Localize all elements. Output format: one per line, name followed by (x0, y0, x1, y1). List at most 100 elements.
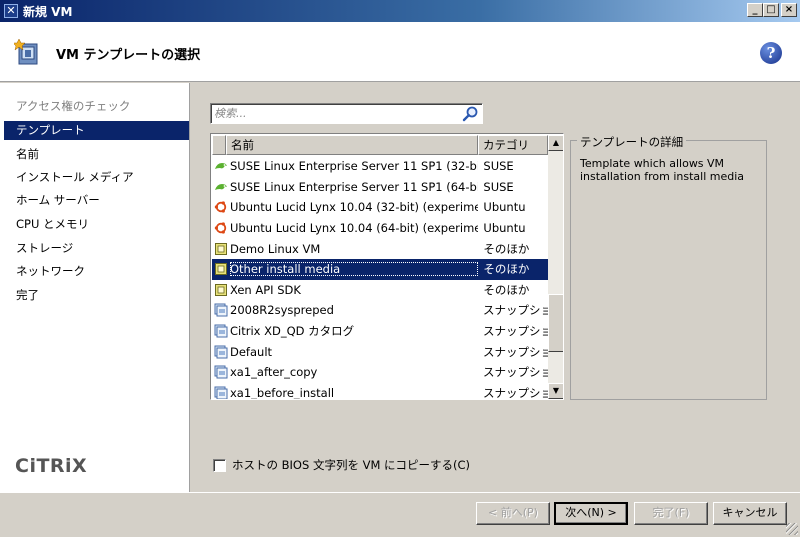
step-template: テンプレート (4, 121, 189, 140)
app-icon: ✕ (4, 4, 18, 18)
snapshot-icon (214, 324, 228, 338)
template-row[interactable]: Ubuntu Lucid Lynx 10.04 (32-bit) (experi… (212, 197, 548, 218)
step-label: アクセス権のチェック (16, 99, 131, 113)
template-category: スナップショット (483, 303, 563, 318)
template-name: xa1_after_copy (230, 365, 318, 380)
column-header-category[interactable]: カテゴリ (478, 135, 548, 155)
template-name: SUSE Linux Enterprise Server 11 SP1 (32-… (230, 159, 479, 174)
template-category: SUSE (483, 179, 514, 194)
template-name: SUSE Linux Enterprise Server 11 SP1 (64-… (230, 179, 479, 194)
template-row[interactable]: Ubuntu Lucid Lynx 10.04 (64-bit) (experi… (212, 218, 548, 239)
template-name: Ubuntu Lucid Lynx 10.04 (32-bit) (experi… (230, 200, 478, 215)
step-label: CPU とメモリ (16, 217, 90, 231)
new-vm-icon (14, 38, 38, 65)
ubuntu-icon (214, 221, 228, 235)
template-name: Ubuntu Lucid Lynx 10.04 (64-bit) (experi… (230, 221, 478, 236)
search-input[interactable] (214, 106, 454, 121)
step-label: インストール メディア (16, 170, 134, 184)
template-category: そのほか (483, 262, 530, 277)
wizard-header: VM テンプレートの選択 ? (0, 22, 800, 82)
wizard-steps: アクセス権のチェック テンプレート 名前 インストール メディア ホーム サーバ… (0, 83, 190, 492)
step-install-media: インストール メディア (4, 168, 189, 187)
copy-bios-checkbox[interactable] (213, 458, 226, 472)
template-name: Citrix XD_QD カタログ (230, 324, 355, 339)
template-name: Demo Linux VM (230, 241, 321, 256)
close-button[interactable]: × (781, 3, 797, 17)
template-name: Xen API SDK (230, 282, 301, 297)
list-scrollbar[interactable]: ▲ ▼ (548, 135, 563, 399)
next-button[interactable]: 次へ(N) > (554, 502, 628, 525)
template-row[interactable]: SUSE Linux Enterprise Server 11 SP1 (32-… (212, 156, 548, 177)
scroll-thumb[interactable] (548, 293, 563, 352)
search-icon[interactable] (462, 105, 479, 122)
template-list[interactable]: 名前 カテゴリ SUSE Linux Enterprise Server 11 … (210, 133, 564, 400)
template-category: Ubuntu (483, 200, 526, 215)
template-details: テンプレートの詳細 Template which allows VM insta… (570, 134, 767, 400)
template-row[interactable]: Demo Linux VM そのほか (212, 238, 548, 259)
template-category: スナップショット (483, 385, 563, 400)
step-label: ネットワーク (16, 264, 85, 278)
template-name: Default (230, 344, 273, 359)
step-home-server: ホーム サーバー (4, 191, 189, 210)
copy-bios-label[interactable]: ホストの BIOS 文字列を VM にコピーする(C) (232, 457, 470, 473)
step-access-check: アクセス権のチェック (4, 97, 189, 116)
wizard-footer: < 前へ(P) 次へ(N) > 完了(F) キャンセル (0, 492, 800, 537)
template-row[interactable]: Default スナップショット (212, 341, 563, 362)
step-cpu-memory: CPU とメモリ (4, 215, 189, 234)
details-legend: テンプレートの詳細 (577, 134, 687, 150)
template-name: Other install media (230, 262, 479, 277)
step-finish: 完了 (4, 286, 189, 305)
window-controls: _ □ × (747, 3, 797, 17)
step-network: ネットワーク (4, 262, 189, 281)
column-header-icon[interactable] (212, 135, 226, 155)
template-icon (214, 262, 228, 276)
template-row[interactable]: Xen API SDK そのほか (212, 280, 548, 301)
finish-button[interactable]: 完了(F) (634, 502, 708, 525)
minimize-button[interactable]: _ (747, 3, 763, 17)
ubuntu-icon (214, 200, 228, 214)
scroll-up-button[interactable]: ▲ (548, 135, 563, 151)
scroll-down-button[interactable]: ▼ (548, 383, 563, 399)
column-header-name[interactable]: 名前 (226, 135, 478, 155)
step-name: 名前 (4, 145, 189, 164)
template-row[interactable]: Other install media そのほか (212, 258, 548, 280)
help-icon[interactable]: ? (760, 42, 782, 64)
template-row[interactable]: Citrix XD_QD カタログ スナップショット (212, 321, 563, 342)
window-title: 新規 VM (23, 4, 73, 19)
list-header: 名前 カテゴリ (212, 135, 548, 155)
step-label: テンプレート (16, 123, 85, 137)
template-category: そのほか (483, 282, 530, 297)
template-row[interactable]: xa1_before_install スナップショット (212, 383, 563, 400)
template-icon (214, 283, 228, 297)
details-description: Template which allows VM installation fr… (580, 157, 745, 183)
template-category: そのほか (483, 241, 530, 256)
step-label: 名前 (16, 147, 39, 161)
template-category: スナップショット (483, 324, 563, 339)
template-category: Ubuntu (483, 221, 526, 236)
step-label: ストレージ (16, 241, 74, 255)
back-button[interactable]: < 前へ(P) (476, 502, 550, 525)
step-label: 完了 (16, 288, 39, 302)
step-label: ホーム サーバー (16, 193, 100, 207)
template-name: xa1_before_install (230, 385, 335, 400)
step-storage: ストレージ (4, 239, 189, 258)
template-icon (214, 242, 228, 256)
snapshot-icon (214, 365, 228, 379)
snapshot-icon (214, 386, 228, 399)
snapshot-icon (214, 345, 228, 359)
template-category: スナップショット (483, 365, 563, 380)
cancel-button[interactable]: キャンセル (713, 502, 787, 525)
citrix-logo: CiTRiX (15, 455, 88, 477)
suse-icon (214, 159, 228, 173)
snapshot-icon (214, 303, 228, 317)
page-title: VM テンプレートの選択 (56, 48, 201, 63)
resize-grip[interactable] (786, 523, 798, 535)
template-row[interactable]: 2008R2syspreped スナップショット (212, 300, 563, 321)
copy-bios-option[interactable]: ホストの BIOS 文字列を VM にコピーする(C) (213, 457, 470, 473)
template-row[interactable]: SUSE Linux Enterprise Server 11 SP1 (64-… (212, 177, 548, 198)
search-box[interactable] (210, 103, 483, 124)
template-row[interactable]: xa1_after_copy スナップショット (212, 362, 563, 383)
template-name: 2008R2syspreped (230, 303, 334, 318)
maximize-button[interactable]: □ (763, 3, 779, 17)
template-category: スナップショット (483, 344, 563, 359)
